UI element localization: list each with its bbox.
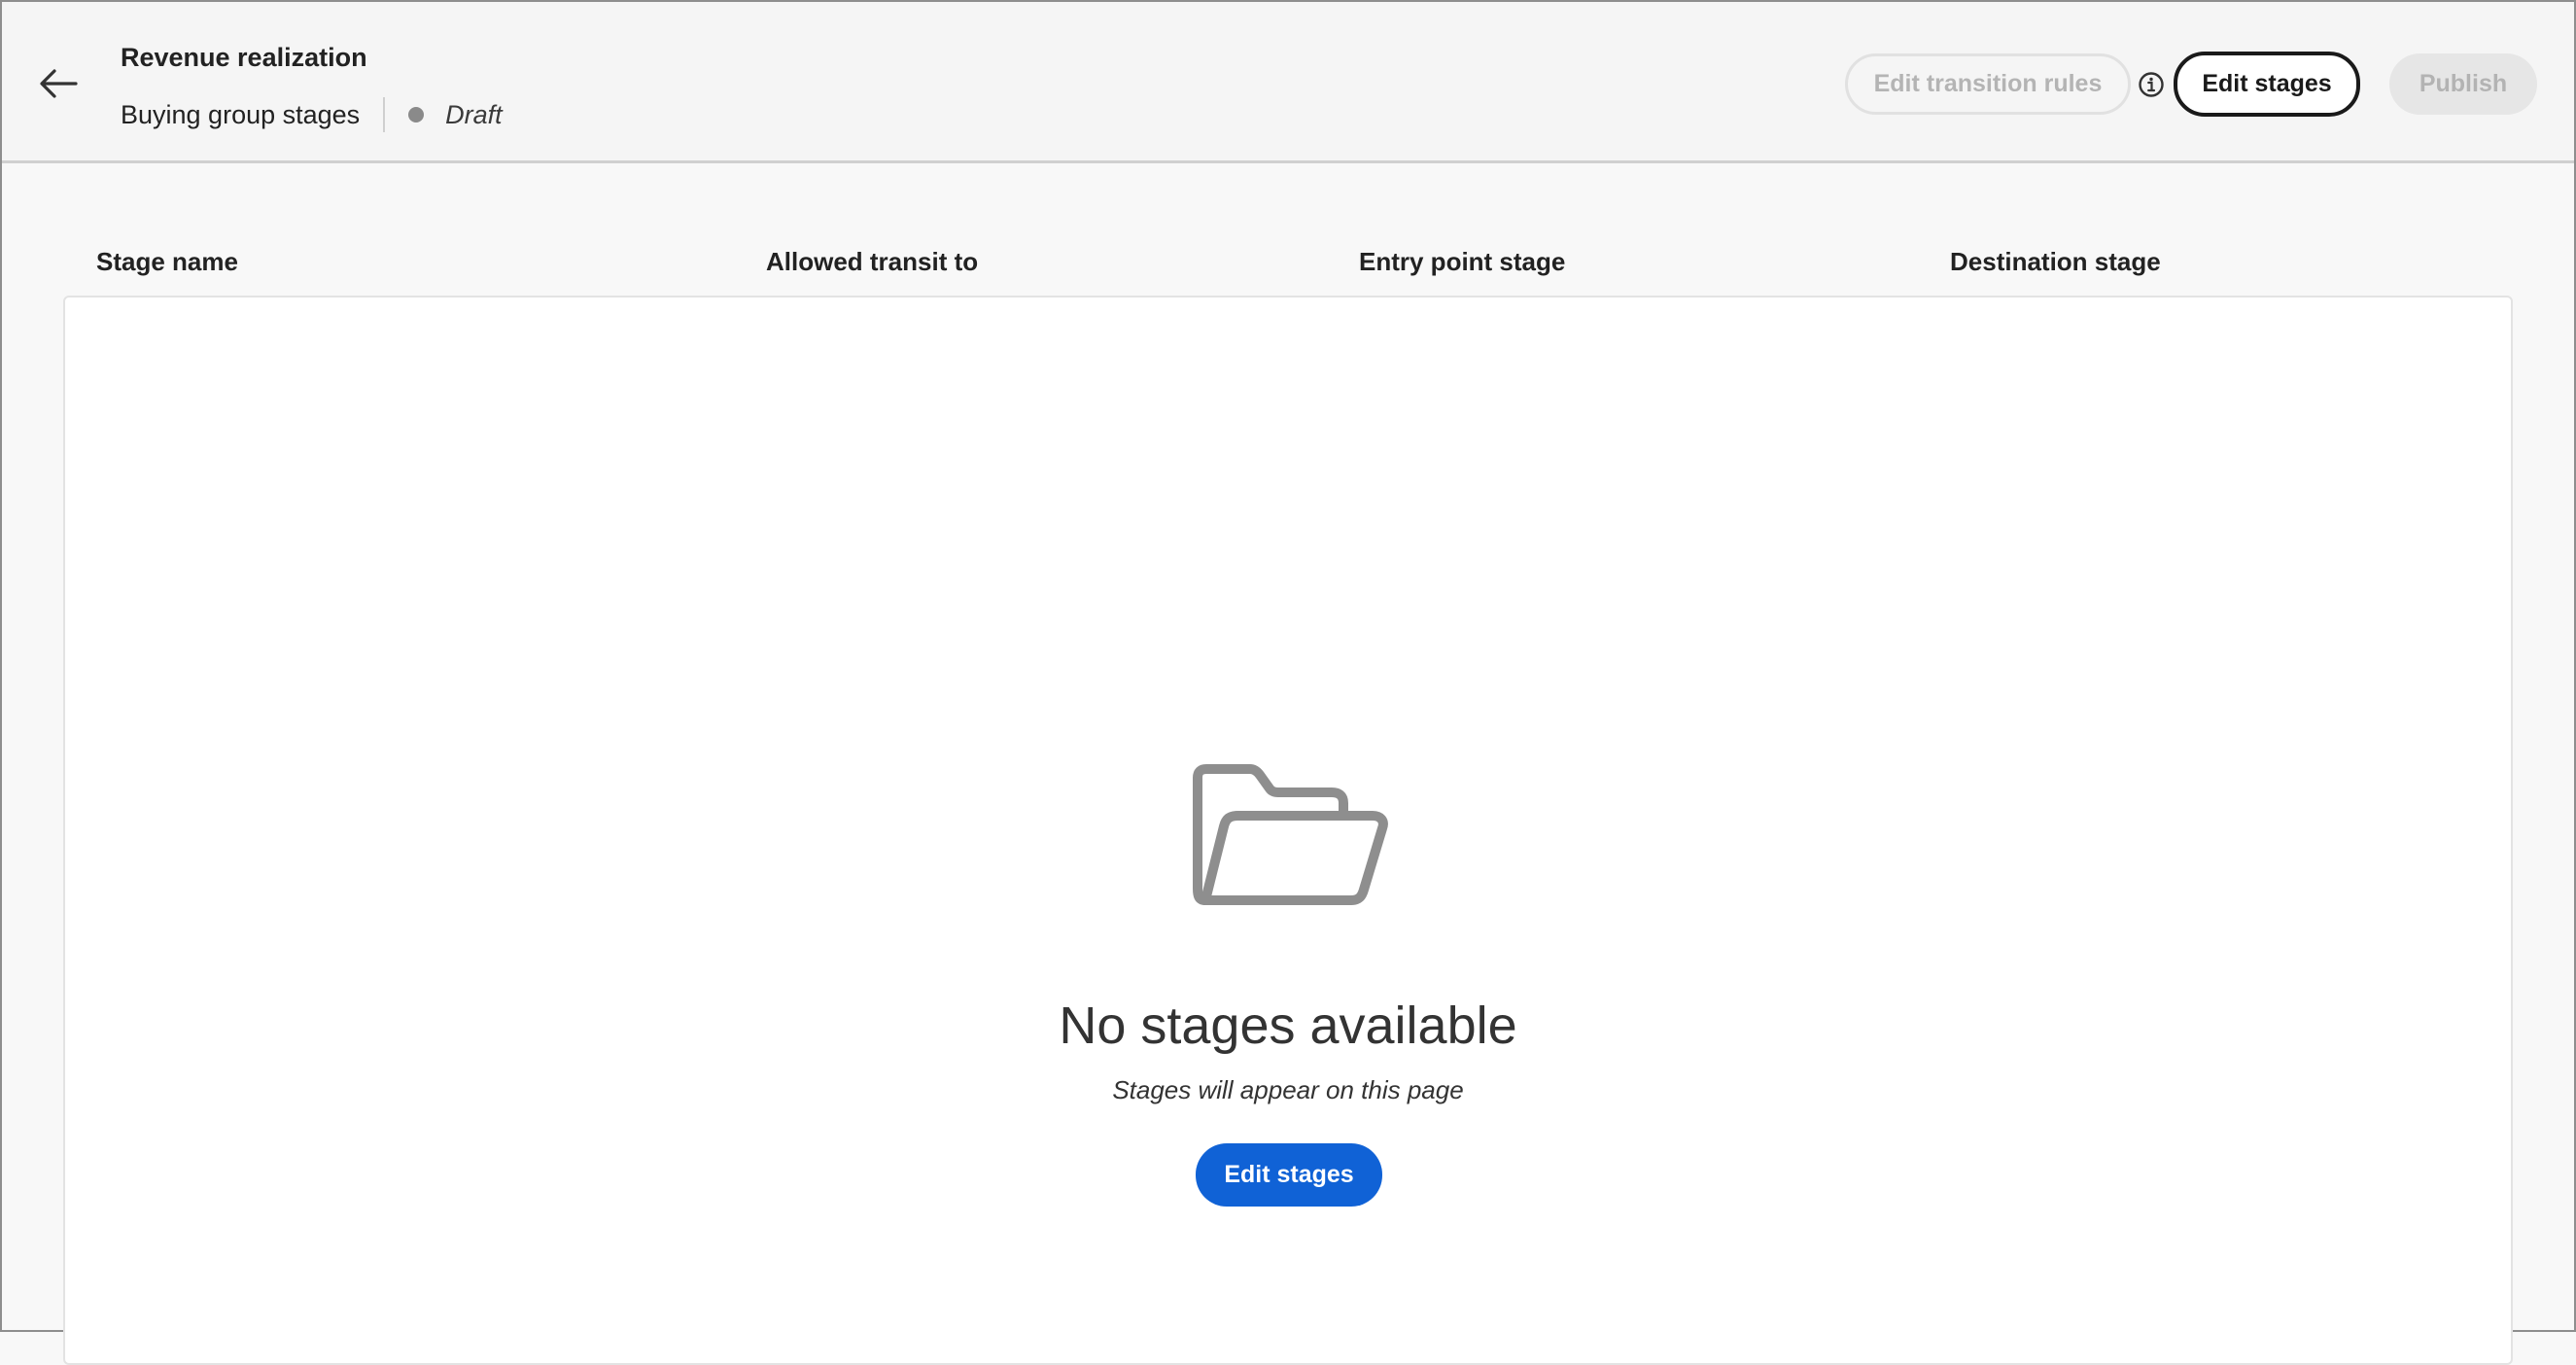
- edit-transition-rules-button[interactable]: Edit transition rules: [1845, 53, 2131, 115]
- page-title: Revenue realization: [121, 43, 367, 72]
- empty-state-title: No stages available: [1059, 997, 1517, 1055]
- page-subtitle: Buying group stages: [121, 99, 361, 129]
- back-button[interactable]: [35, 62, 82, 105]
- status-badge: Draft: [445, 99, 503, 129]
- page-header: Revenue realization Buying group stages …: [2, 2, 2574, 163]
- arrow-left-icon: [40, 69, 78, 98]
- edit-stages-button[interactable]: Edit stages: [2174, 52, 2360, 117]
- edit-stages-primary-button[interactable]: Edit stages: [1196, 1143, 1382, 1207]
- column-header-destination-stage: Destination stage: [1950, 247, 2161, 276]
- column-header-allowed-transit-to: Allowed transit to: [766, 247, 979, 276]
- column-header-stage-name: Stage name: [96, 247, 238, 276]
- empty-state-subtitle: Stages will appear on this page: [1112, 1075, 1464, 1104]
- divider: [383, 97, 386, 132]
- status-dot-icon: [408, 107, 425, 122]
- info-icon[interactable]: [2137, 70, 2166, 99]
- publish-button[interactable]: Publish: [2389, 53, 2537, 115]
- column-header-entry-point-stage: Entry point stage: [1359, 247, 1566, 276]
- folder-open-icon: [1192, 764, 1388, 906]
- breadcrumb: Buying group stages Draft: [121, 95, 503, 134]
